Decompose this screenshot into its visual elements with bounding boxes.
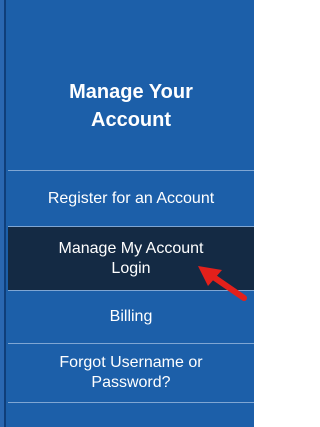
menu-item-forgot-line-1: Forgot Username or [59,354,203,371]
account-menu: Register for an Account Manage My Accoun… [8,170,254,403]
menu-item-manage-login[interactable]: Manage My Account Login [8,226,254,290]
sidebar-title-line-2: Account [91,109,171,131]
menu-item-register-label: Register for an Account [47,189,215,207]
menu-item-forgot-credentials[interactable]: Forgot Username or Password? [8,343,254,403]
sidebar-title: Manage Your Account [8,78,254,134]
menu-item-register[interactable]: Register for an Account [8,170,254,226]
menu-item-manage-login-label: Manage My Account Login [59,239,204,279]
account-sidebar: Manage Your Account Register for an Acco… [0,0,254,427]
menu-item-billing-label: Billing [109,308,153,325]
menu-item-forgot-label: Forgot Username or Password? [59,353,202,393]
sidebar-title-line-1: Manage Your [69,81,193,103]
menu-item-billing[interactable]: Billing [8,290,254,343]
menu-item-manage-login-line-2: Login [111,259,151,277]
menu-item-forgot-line-2: Password? [91,374,171,391]
menu-item-manage-login-line-1: Manage My Account [58,239,204,257]
